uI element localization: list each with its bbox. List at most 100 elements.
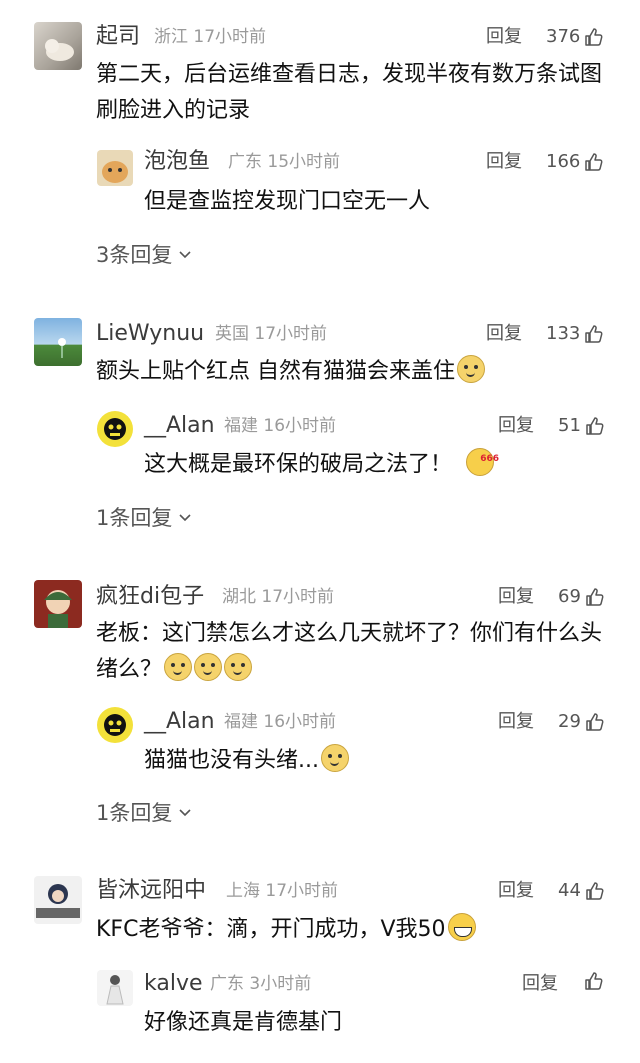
like-count: 69: [558, 586, 581, 607]
like-button[interactable]: 44: [558, 878, 605, 904]
reply-text: 但是查监控发现门口空无一人: [144, 189, 431, 214]
reply-button[interactable]: 回复: [486, 24, 522, 50]
expand-replies-button[interactable]: 1条回复: [96, 799, 192, 827]
comment-location: 英国 17小时前: [215, 321, 327, 347]
chevron-down-icon: [179, 809, 191, 817]
reply-button[interactable]: 回复: [486, 149, 522, 175]
expand-replies-button[interactable]: 1条回复: [96, 504, 192, 532]
comment-text: 额头上贴个红点 自然有猫猫会来盖住: [96, 354, 616, 390]
avatar[interactable]: [34, 318, 82, 366]
reply-text: 好像还真是肯德基门: [144, 1010, 343, 1035]
time-text: 17小时前: [193, 27, 267, 47]
like-count: 166: [546, 151, 581, 172]
chevron-down-icon: [179, 251, 191, 259]
cat-avatar-icon: [102, 161, 128, 183]
reply-button[interactable]: 回复: [498, 413, 534, 439]
like-count: 51: [558, 415, 581, 436]
comment-author[interactable]: 疯狂di包子: [96, 584, 204, 610]
comment-text: KFC老爷爷：滴，开门成功，V我50: [96, 912, 616, 948]
time-text: 17小时前: [261, 587, 335, 607]
location-text: 广东: [228, 152, 262, 172]
like-button[interactable]: 51: [558, 413, 605, 439]
time-text: 16小时前: [263, 416, 337, 436]
comment-location: 上海 17小时前: [226, 878, 338, 904]
thumbs-up-icon: [586, 882, 604, 900]
cat-emoji-icon: [224, 653, 253, 681]
location-text: 浙江: [154, 27, 188, 47]
cat-emoji-icon: [194, 653, 223, 681]
reply-location: 福建 16小时前: [224, 709, 336, 735]
avatar[interactable]: [34, 22, 82, 70]
reply-button[interactable]: 回复: [486, 321, 522, 347]
reply-button[interactable]: 回复: [498, 878, 534, 904]
like-button[interactable]: [584, 971, 604, 991]
avatar[interactable]: [97, 150, 133, 186]
comment-author[interactable]: LieWynuu: [96, 321, 204, 347]
like-button[interactable]: 69: [558, 584, 605, 610]
cat-photo-icon: [45, 39, 74, 61]
thumbs-up-icon: [585, 153, 603, 171]
location-text: 上海: [226, 881, 260, 901]
reply-author[interactable]: __Alan: [144, 709, 215, 735]
avatar[interactable]: [34, 876, 82, 924]
like-button[interactable]: 166: [546, 149, 604, 175]
avatar[interactable]: [34, 580, 82, 628]
expand-replies-label: 1条回复: [96, 506, 173, 530]
expand-replies-label: 3条回复: [96, 243, 173, 267]
reply-location: 广东 3小时前: [210, 971, 311, 997]
reply-author[interactable]: kalve: [144, 971, 203, 997]
time-text: 17小时前: [254, 324, 328, 344]
chevron-down-icon: [179, 514, 191, 522]
reply-location: 广东 15小时前: [228, 149, 340, 175]
person-photo-icon: [106, 975, 124, 1005]
thumbs-up-icon: [586, 713, 604, 731]
location-text: 福建: [224, 712, 258, 732]
comment-text: 第二天，后台运维查看日志，发现半夜有数万条试图刷脸进入的记录: [96, 62, 603, 123]
time-text: 3小时前: [249, 974, 312, 994]
like-button[interactable]: 29: [558, 709, 605, 735]
cat-emoji-icon: [164, 653, 193, 681]
reply-button[interactable]: 回复: [522, 971, 558, 997]
cat-emoji-icon: [457, 355, 485, 383]
like-count: 376: [546, 26, 581, 47]
anime-avatar-icon: [36, 884, 80, 918]
comment-text: 老板：这门禁怎么才这么几天就坏了？你们有什么头绪么？: [96, 616, 606, 688]
like-button[interactable]: 133: [546, 321, 604, 347]
avatar[interactable]: [97, 411, 133, 447]
reply-author[interactable]: 泡泡鱼: [144, 149, 210, 175]
comment-author[interactable]: 起司: [96, 24, 140, 50]
like-count: 133: [546, 323, 581, 344]
thumbs-up-icon: [586, 417, 604, 435]
cartoon-avatar-icon: [44, 590, 72, 628]
avatar[interactable]: [97, 970, 133, 1006]
reply-author[interactable]: __Alan: [144, 413, 215, 439]
reply-location: 福建 16小时前: [224, 413, 336, 439]
comment-location: 浙江 17小时前: [154, 24, 266, 50]
comment-text-body: KFC老爷爷：滴，开门成功，V我50: [96, 917, 446, 942]
comment-text-body: 额头上贴个红点 自然有猫猫会来盖住: [96, 359, 455, 384]
reply-text: 这大概是最环保的破局之法了！: [144, 441, 640, 483]
jolly-roger-icon: [104, 418, 126, 440]
666-emoji-icon: [466, 441, 499, 477]
cat-emoji-icon: [320, 744, 349, 772]
comment-location: 湖北 17小时前: [222, 584, 334, 610]
reply-text-body: 猫猫也没有头绪...: [144, 748, 319, 773]
reply-text: 猫猫也没有头绪...: [144, 743, 640, 779]
time-text: 16小时前: [263, 712, 337, 732]
landscape-photo-icon: [58, 338, 66, 358]
expand-replies-label: 1条回复: [96, 801, 173, 825]
avatar[interactable]: [97, 707, 133, 743]
jolly-roger-icon: [104, 714, 126, 736]
location-text: 湖北: [222, 587, 256, 607]
thumbs-up-icon: [586, 588, 604, 606]
location-text: 福建: [224, 416, 258, 436]
like-button[interactable]: 376: [546, 24, 604, 50]
reply-button[interactable]: 回复: [498, 584, 534, 610]
like-count: 29: [558, 711, 581, 732]
time-text: 17小时前: [265, 881, 339, 901]
comment-author[interactable]: 皆沐远阳中: [96, 878, 206, 904]
expand-replies-button[interactable]: 3条回复: [96, 241, 192, 269]
reply-button[interactable]: 回复: [498, 709, 534, 735]
reply-text-body: 这大概是最环保的破局之法了！: [144, 452, 453, 477]
grin-emoji-icon: [447, 913, 476, 941]
